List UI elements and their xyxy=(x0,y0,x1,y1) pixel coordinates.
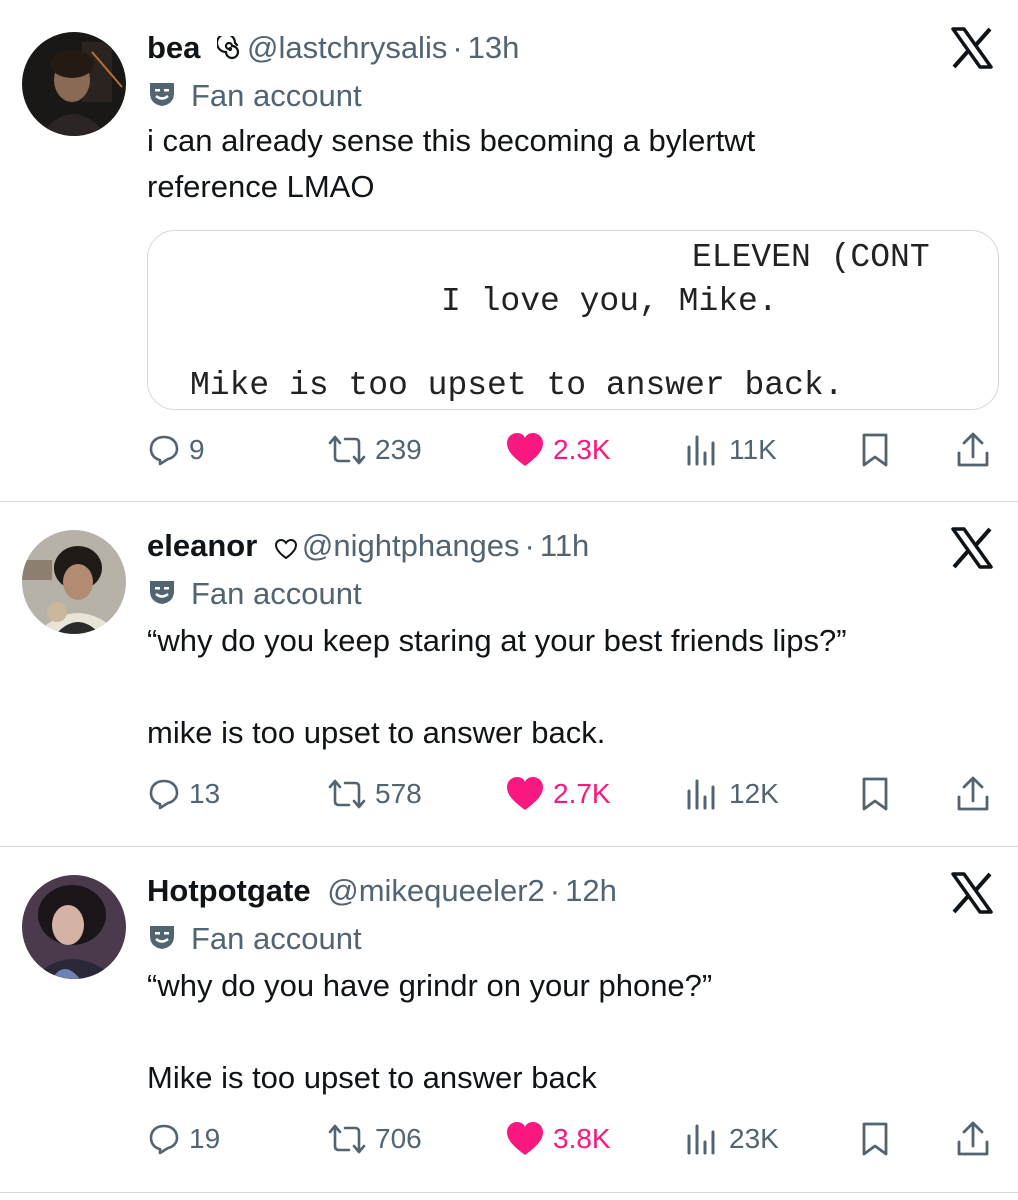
bookmark-button[interactable] xyxy=(859,1117,899,1161)
avatar[interactable] xyxy=(22,530,126,634)
reply-count: 13 xyxy=(189,778,221,809)
retweet-count: 578 xyxy=(375,778,422,809)
like-button[interactable]: 2.3K xyxy=(505,428,611,472)
timestamp[interactable]: 13h xyxy=(468,30,520,65)
share-button[interactable] xyxy=(955,772,999,816)
reply-icon xyxy=(149,435,179,466)
reply-icon xyxy=(149,1124,179,1155)
reply-icon xyxy=(149,779,179,810)
masks-icon xyxy=(150,581,174,604)
tweet[interactable]: eleanor @nightphanges · 11h Fan account “w… xyxy=(0,502,1018,846)
retweet-icon xyxy=(328,435,366,465)
tweet-header: bea @lastchrysalis · 13h xyxy=(147,30,519,70)
like-button[interactable]: 2.7K xyxy=(505,772,611,816)
share-button[interactable] xyxy=(955,428,999,472)
bookmark-button[interactable] xyxy=(859,772,899,816)
masks-icon xyxy=(150,83,174,106)
timestamp[interactable]: 11h xyxy=(540,528,589,563)
views-icon xyxy=(687,779,715,810)
views-button[interactable]: 23K xyxy=(685,1117,779,1161)
masks-icon xyxy=(150,926,174,949)
fan-account-label: Fan account xyxy=(147,921,362,957)
like-count: 2.3K xyxy=(553,434,611,465)
tweet-text: i can already sense this becoming a byle… xyxy=(147,123,756,204)
bookmark-button[interactable] xyxy=(859,428,899,472)
bookmark-icon xyxy=(862,1122,888,1156)
tweet-header: Hotpotgate @mikequeeler2 · 12h xyxy=(147,873,617,909)
x-logo-icon xyxy=(950,871,994,915)
views-icon xyxy=(687,1124,715,1155)
retweet-button[interactable]: 239 xyxy=(327,428,422,472)
reply-count: 19 xyxy=(189,1123,221,1154)
views-icon xyxy=(687,435,715,466)
reply-button[interactable]: 19 xyxy=(147,1117,220,1161)
user-handle[interactable]: @lastchrysalis xyxy=(247,30,447,65)
view-count: 11K xyxy=(729,434,777,465)
tweet-actions: 13 578 2.7K 12K xyxy=(147,772,1007,816)
spiral-icon xyxy=(215,32,243,70)
attached-image[interactable]: ELEVEN (CONT I love you, Mike. Mike is t… xyxy=(147,230,999,410)
reply-button[interactable]: 9 xyxy=(147,428,205,472)
fan-account-label: Fan account xyxy=(147,576,362,612)
separator: · xyxy=(524,528,535,563)
display-name[interactable]: bea xyxy=(147,30,200,65)
script-line-action: Mike is too upset to answer back. xyxy=(190,367,844,404)
display-name[interactable]: Hotpotgate xyxy=(147,873,311,908)
avatar[interactable] xyxy=(22,32,126,136)
retweet-button[interactable]: 578 xyxy=(327,772,422,816)
timestamp[interactable]: 12h xyxy=(565,873,617,908)
tweet[interactable]: bea @lastchrysalis · 13h Fan account i can… xyxy=(0,0,1018,501)
script-line-character: ELEVEN (CONT xyxy=(692,239,930,276)
heart-filled-icon xyxy=(507,1122,543,1155)
avatar[interactable] xyxy=(22,875,126,979)
bookmark-icon xyxy=(862,777,888,811)
tweet-header: eleanor @nightphanges · 11h xyxy=(147,528,589,568)
view-count: 12K xyxy=(729,778,779,809)
fan-account-label: Fan account xyxy=(147,78,362,114)
heart-outline-icon xyxy=(274,532,298,568)
retweet-icon xyxy=(328,779,366,809)
share-icon xyxy=(957,1121,989,1156)
views-button[interactable]: 11K xyxy=(685,428,777,472)
bookmark-icon xyxy=(862,433,888,467)
reply-count: 9 xyxy=(189,434,205,465)
heart-filled-icon xyxy=(507,433,543,466)
fan-account-text: Fan account xyxy=(191,78,362,113)
user-handle[interactable]: @nightphanges xyxy=(302,528,520,563)
heart-filled-icon xyxy=(507,777,543,810)
view-count: 23K xyxy=(729,1123,779,1154)
x-logo-icon xyxy=(950,26,994,70)
x-logo-icon xyxy=(950,526,994,570)
tweet-text: “why do you keep staring at your best fr… xyxy=(147,623,847,750)
retweet-count: 706 xyxy=(375,1123,422,1154)
retweet-button[interactable]: 706 xyxy=(327,1117,422,1161)
like-count: 2.7K xyxy=(553,778,611,809)
script-line-dialogue: I love you, Mike. xyxy=(441,283,778,320)
share-button[interactable] xyxy=(955,1117,999,1161)
divider xyxy=(0,1192,1018,1193)
share-icon xyxy=(957,432,989,467)
like-count: 3.8K xyxy=(553,1123,611,1154)
tweet[interactable]: Hotpotgate @mikequeeler2 · 12h Fan account… xyxy=(0,847,1018,1200)
fan-account-text: Fan account xyxy=(191,921,362,956)
fan-account-text: Fan account xyxy=(191,576,362,611)
separator: · xyxy=(549,873,561,908)
retweet-icon xyxy=(328,1124,366,1154)
tweet-actions: 19 706 3.8K 23K xyxy=(147,1117,1007,1161)
tweet-actions: 9 239 2.3K 11K xyxy=(147,428,1007,472)
views-button[interactable]: 12K xyxy=(685,772,779,816)
tweet-text: “why do you have grindr on your phone?” … xyxy=(147,968,713,1095)
user-handle[interactable]: @mikequeeler2 xyxy=(327,873,545,908)
display-name[interactable]: eleanor xyxy=(147,528,257,563)
like-button[interactable]: 3.8K xyxy=(505,1117,611,1161)
separator: · xyxy=(452,30,463,65)
reply-button[interactable]: 13 xyxy=(147,772,220,816)
retweet-count: 239 xyxy=(375,434,422,465)
share-icon xyxy=(957,776,989,811)
